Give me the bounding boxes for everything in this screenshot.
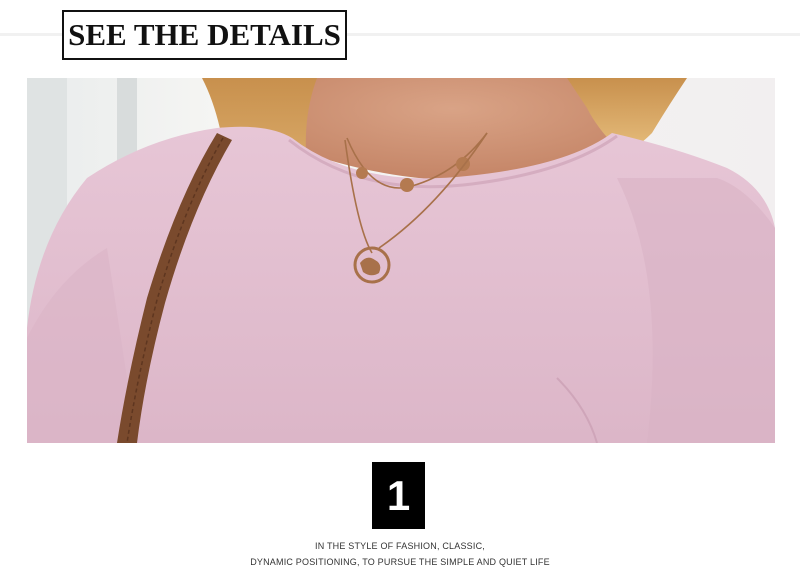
necklace-coin-1 — [356, 167, 368, 179]
product-photo-illustration — [27, 78, 775, 443]
necklace-coin-2 — [400, 178, 414, 192]
section-title: SEE THE DETAILS — [68, 17, 341, 52]
detail-number: 1 — [386, 471, 411, 519]
detail-number-badge: 1 — [372, 462, 425, 529]
detail-caption-line-2: DYNAMIC POSITIONING, TO PURSUE THE SIMPL… — [250, 557, 550, 567]
product-photo — [27, 78, 775, 443]
section-title-box: SEE THE DETAILS — [62, 10, 347, 60]
detail-caption-line-1: IN THE STYLE OF FASHION, CLASSIC, — [315, 541, 485, 551]
